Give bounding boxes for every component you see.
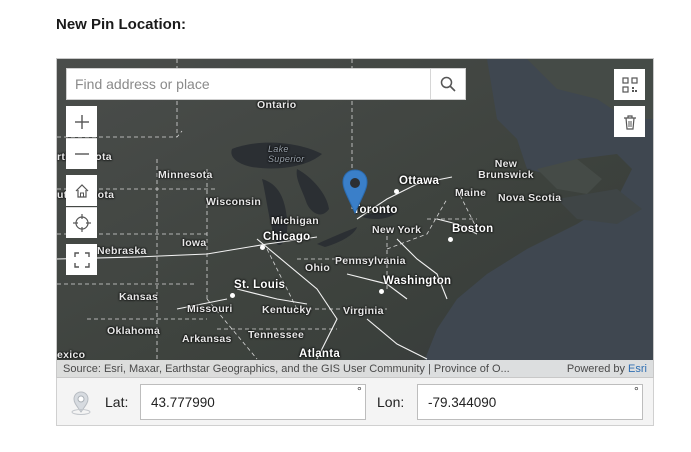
qr-code-button[interactable] [614, 69, 645, 100]
location-pin-icon [342, 169, 368, 215]
qr-code-icon [621, 76, 638, 93]
map-label-kansas: Kansas [119, 291, 159, 303]
page-title: New Pin Location: [56, 16, 187, 33]
map-label-pennsylvania: Pennsylvania [335, 255, 406, 267]
map-label-new-brunswick: New Brunswick [478, 158, 534, 181]
map-label-new-york: New York [372, 224, 422, 236]
map-label-maine: Maine [455, 187, 487, 199]
map-label-michigan: Michigan [271, 215, 319, 227]
map-label-lake-superior: Lake Superior [268, 144, 305, 164]
city-dot-st-louis [230, 293, 235, 298]
map-pin-marker[interactable] [342, 169, 368, 215]
map-label-minnesota: Minnesota [158, 169, 213, 181]
search-icon [440, 76, 456, 92]
map-label-kentucky: Kentucky [262, 304, 312, 316]
powered-by-label: Powered by [566, 362, 625, 375]
home-icon [75, 183, 88, 198]
expand-icon [73, 251, 90, 268]
map-attribution: Source: Esri, Maxar, Earthstar Geographi… [57, 360, 653, 377]
home-button[interactable] [66, 175, 97, 206]
city-dot-washington [379, 289, 384, 294]
map-label-boston: Boston [452, 223, 494, 235]
trash-icon [623, 114, 636, 130]
lat-label: Lat: [105, 394, 129, 410]
locate-button[interactable] [66, 207, 97, 238]
coordinate-panel: Lat: ° Lon: ° [56, 378, 654, 426]
map-label-washington: Washington [383, 275, 452, 287]
map-label-st-louis: St. Louis [234, 279, 286, 291]
map-label-iowa: Iowa [182, 237, 207, 249]
map-label-wisconsin: Wisconsin [206, 196, 262, 208]
plus-icon [74, 114, 89, 129]
lon-label: Lon: [377, 394, 405, 410]
zoom-in-button[interactable] [66, 106, 97, 137]
map-label-nebraska: Nebraska [97, 245, 147, 257]
search-input[interactable] [67, 69, 430, 99]
latitude-input[interactable] [140, 384, 366, 420]
lat-degree-symbol: ° [357, 384, 362, 398]
map-label-nova-scotia: Nova Scotia [498, 192, 562, 204]
minus-icon [74, 153, 89, 155]
esri-link[interactable]: Esri [628, 363, 647, 375]
map-label-ontario: Ontario [257, 99, 297, 111]
map-label-atlanta: Atlanta [299, 348, 341, 360]
delete-button[interactable] [614, 106, 645, 137]
map-label-ottawa: Ottawa [399, 175, 440, 187]
locate-icon [72, 214, 91, 232]
map-label-tennessee: Tennessee [248, 329, 305, 341]
city-dot-chicago [260, 245, 265, 250]
city-dot-ottawa [394, 189, 399, 194]
map-label-missouri: Missouri [187, 303, 233, 315]
map-label-ohio: Ohio [305, 262, 331, 274]
map-label-chicago: Chicago [263, 231, 311, 243]
map-label-oklahoma: Oklahoma [107, 325, 161, 337]
map-view[interactable]: Ontario Lake Superior rth Dakota Minneso… [56, 58, 654, 378]
lon-degree-symbol: ° [634, 384, 639, 398]
search-button[interactable] [430, 69, 465, 99]
zoom-out-button[interactable] [66, 138, 97, 169]
search-box [66, 68, 466, 100]
location-pin-gps-icon [71, 391, 91, 415]
map-label-arkansas: Arkansas [182, 333, 232, 345]
attribution-text: Source: Esri, Maxar, Earthstar Geographi… [63, 362, 510, 375]
city-dot-boston [448, 237, 453, 242]
map-label-virginia: Virginia [343, 305, 384, 317]
longitude-input[interactable] [417, 384, 643, 420]
fullscreen-button[interactable] [66, 244, 97, 275]
powered-by: Powered by Esri [567, 363, 647, 375]
